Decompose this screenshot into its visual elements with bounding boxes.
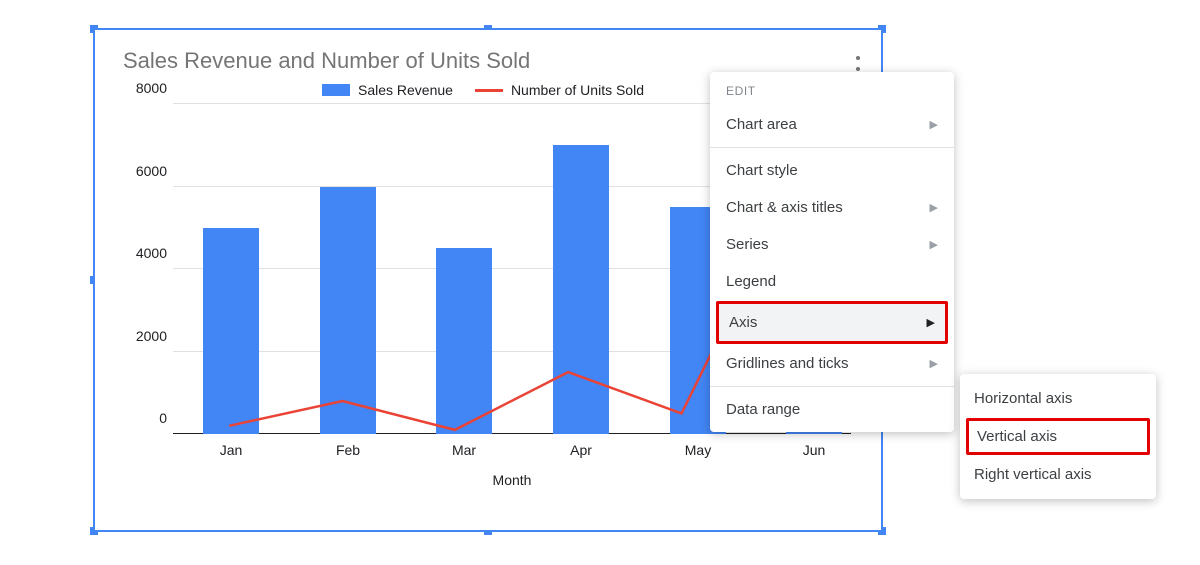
y-tick-label: 8000 xyxy=(123,80,167,96)
x-tick-label: Mar xyxy=(452,442,476,458)
chevron-right-icon: ▶ xyxy=(930,238,938,251)
x-tick-label: Apr xyxy=(570,442,592,458)
menu-item-label: Vertical axis xyxy=(977,428,1057,445)
menu-item-axis[interactable]: Axis ▶ xyxy=(716,301,948,344)
legend-swatch-line-icon xyxy=(475,89,503,92)
chevron-right-icon: ▶ xyxy=(927,316,935,329)
menu-item-label: Gridlines and ticks xyxy=(726,355,849,372)
bar-apr[interactable] xyxy=(553,145,609,434)
menu-separator xyxy=(710,386,954,387)
bar-jan[interactable] xyxy=(203,228,259,434)
menu-item-chart-style[interactable]: Chart style xyxy=(710,152,954,189)
x-tick-label: Feb xyxy=(336,442,360,458)
legend-label: Number of Units Sold xyxy=(511,82,644,98)
y-tick-label: 6000 xyxy=(123,163,167,179)
menu-item-label: Horizontal axis xyxy=(974,390,1072,407)
menu-item-label: Axis xyxy=(729,314,757,331)
menu-item-gridlines-ticks[interactable]: Gridlines and ticks ▶ xyxy=(710,345,954,382)
y-tick-label: 2000 xyxy=(123,328,167,344)
menu-item-data-range[interactable]: Data range xyxy=(710,391,954,428)
chart-editor-context-menu: EDIT Chart area ▶ Chart style Chart & ax… xyxy=(710,72,954,432)
y-tick-label: 4000 xyxy=(123,245,167,261)
menu-item-label: Right vertical axis xyxy=(974,466,1092,483)
y-tick-label: 0 xyxy=(123,410,167,426)
menu-separator xyxy=(710,147,954,148)
chevron-right-icon: ▶ xyxy=(930,357,938,370)
menu-item-label: Series xyxy=(726,236,769,253)
menu-item-label: Data range xyxy=(726,401,800,418)
chevron-right-icon: ▶ xyxy=(930,201,938,214)
legend-swatch-bar-icon xyxy=(322,84,350,96)
menu-section-header: EDIT xyxy=(710,72,954,106)
menu-item-label: Chart style xyxy=(726,162,798,179)
x-axis-line xyxy=(173,433,851,434)
legend-label: Sales Revenue xyxy=(358,82,453,98)
submenu-item-horizontal-axis[interactable]: Horizontal axis xyxy=(960,380,1156,417)
chart-title: Sales Revenue and Number of Units Sold xyxy=(123,48,861,74)
menu-item-chart-area[interactable]: Chart area ▶ xyxy=(710,106,954,143)
menu-item-label: Chart & axis titles xyxy=(726,199,843,216)
x-tick-label: May xyxy=(685,442,711,458)
menu-item-label: Chart area xyxy=(726,116,797,133)
menu-item-series[interactable]: Series ▶ xyxy=(710,226,954,263)
menu-item-label: Legend xyxy=(726,273,776,290)
submenu-item-vertical-axis[interactable]: Vertical axis xyxy=(966,418,1150,455)
bar-mar[interactable] xyxy=(436,248,492,434)
x-axis-title: Month xyxy=(163,472,861,488)
legend-item-units-sold[interactable]: Number of Units Sold xyxy=(475,82,644,98)
bar-feb[interactable] xyxy=(320,187,376,435)
menu-item-chart-axis-titles[interactable]: Chart & axis titles ▶ xyxy=(710,189,954,226)
legend-item-sales-revenue[interactable]: Sales Revenue xyxy=(322,82,453,98)
chevron-right-icon: ▶ xyxy=(930,118,938,131)
submenu-item-right-vertical-axis[interactable]: Right vertical axis xyxy=(960,456,1156,493)
menu-item-legend[interactable]: Legend xyxy=(710,263,954,300)
x-tick-label: Jun xyxy=(803,442,826,458)
x-tick-label: Jan xyxy=(220,442,243,458)
axis-submenu: Horizontal axis Vertical axis Right vert… xyxy=(960,374,1156,499)
